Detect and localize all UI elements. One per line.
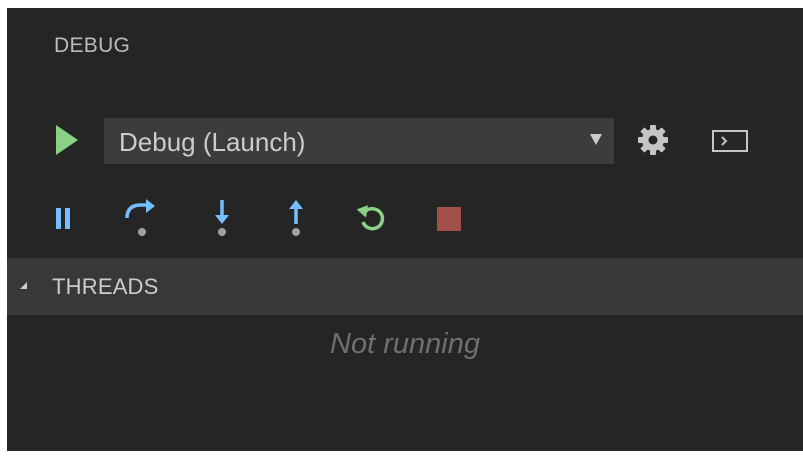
pause-icon bbox=[56, 208, 70, 229]
threads-section-title: THREADS bbox=[52, 274, 159, 299]
step-into-icon bbox=[215, 200, 229, 236]
restart-icon bbox=[356, 205, 385, 231]
step-over-button[interactable] bbox=[122, 198, 158, 238]
chevron-down-icon bbox=[590, 134, 602, 145]
gear-icon bbox=[638, 125, 668, 155]
step-out-button[interactable] bbox=[278, 198, 314, 238]
pause-button[interactable] bbox=[50, 198, 86, 238]
launch-configuration-value: Debug (Launch) bbox=[119, 127, 306, 157]
panel-title: DEBUG bbox=[54, 34, 131, 57]
restart-button[interactable] bbox=[354, 198, 390, 238]
step-over-icon bbox=[125, 199, 155, 236]
play-icon bbox=[56, 125, 78, 155]
threads-section-header[interactable]: THREADS bbox=[7, 258, 803, 315]
debug-console-button[interactable] bbox=[711, 127, 751, 155]
chevron-expanded-icon bbox=[20, 282, 27, 289]
step-out-icon bbox=[289, 200, 303, 236]
launch-configuration-select[interactable]: Debug (Launch) bbox=[104, 118, 614, 164]
start-debugging-button[interactable] bbox=[52, 123, 82, 157]
terminal-icon bbox=[712, 130, 748, 152]
step-into-button[interactable] bbox=[204, 198, 240, 238]
open-launch-json-button[interactable] bbox=[635, 122, 671, 158]
threads-status: Not running bbox=[330, 328, 480, 360]
stop-icon bbox=[437, 207, 461, 231]
stop-button[interactable] bbox=[432, 198, 468, 238]
debug-panel: DEBUG Debug (Launch) THREADS Not running bbox=[7, 8, 803, 451]
